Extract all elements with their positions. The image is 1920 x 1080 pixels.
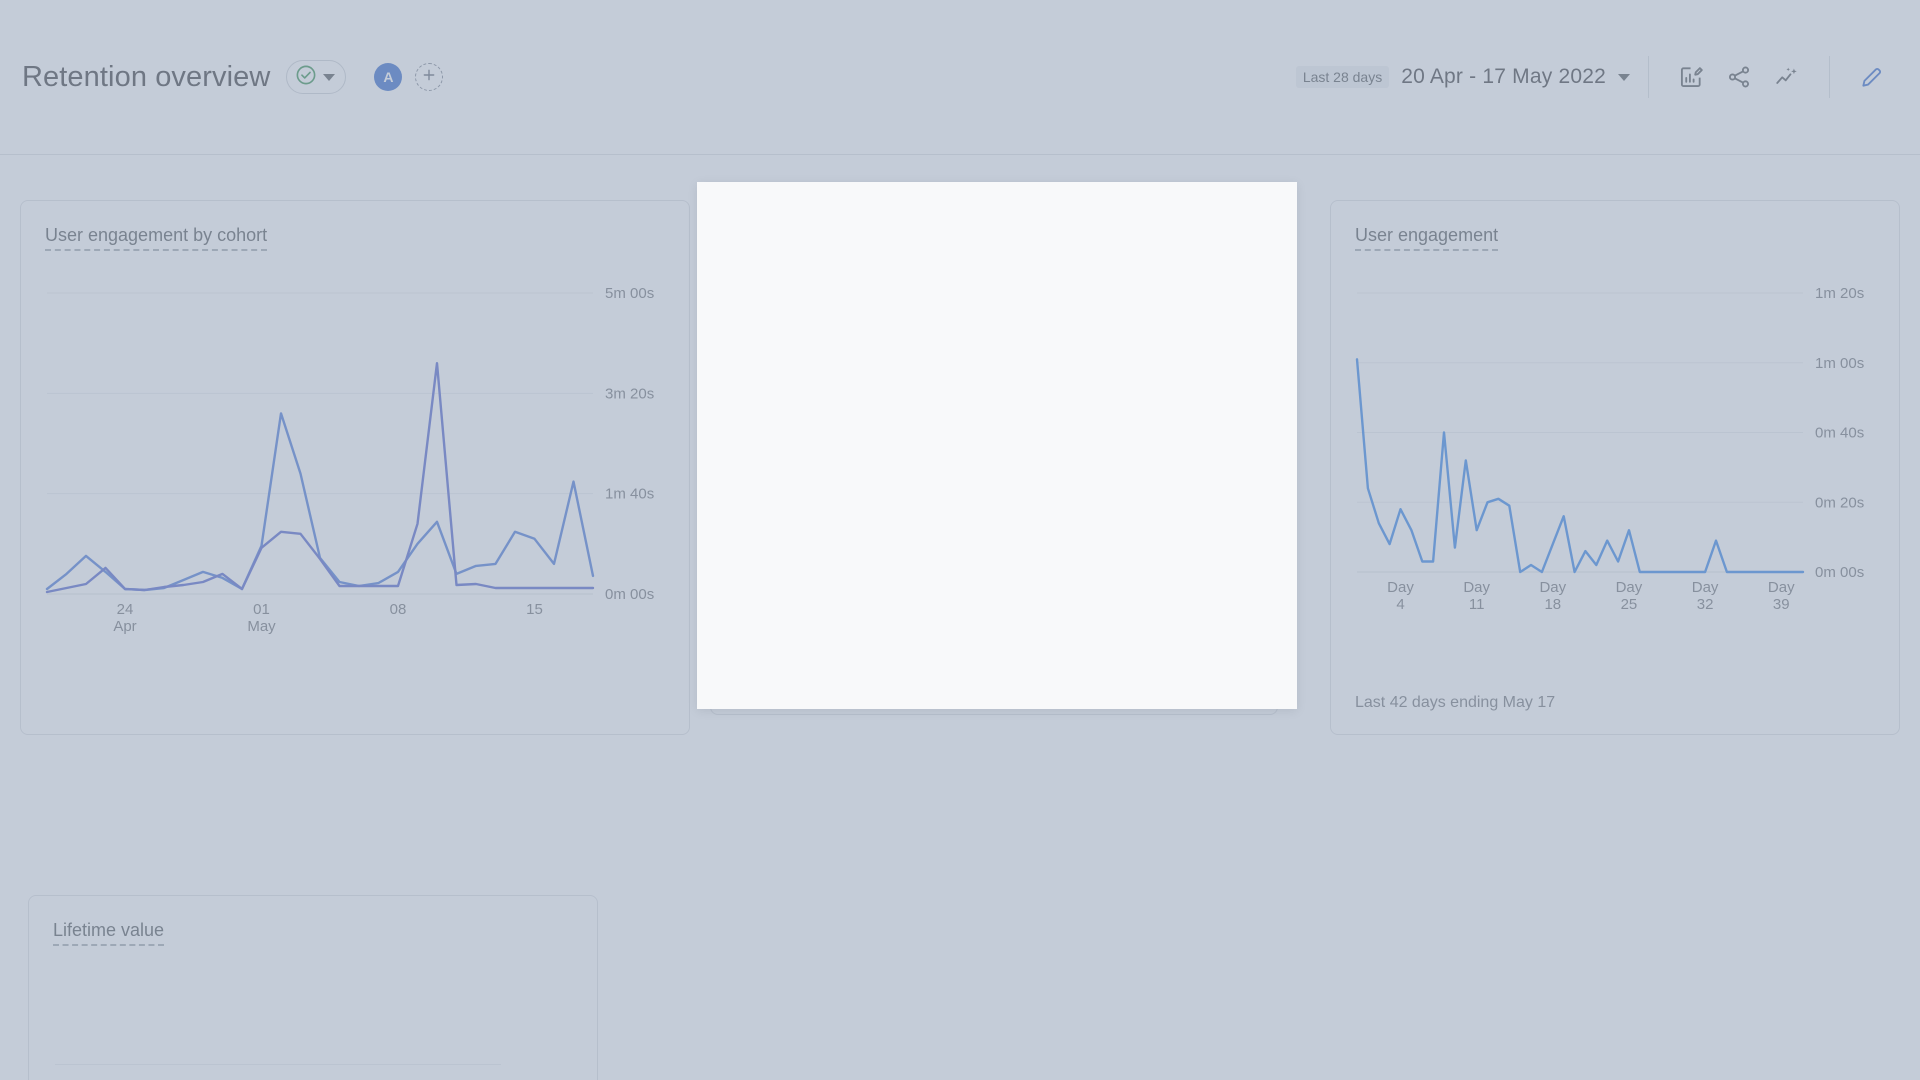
avatar-initial: A xyxy=(383,69,394,85)
selected-card-spotlight xyxy=(697,182,1297,709)
svg-text:Day: Day xyxy=(1692,579,1719,596)
date-range-value[interactable]: 20 Apr - 17 May 2022 xyxy=(1401,65,1606,89)
report-status-selector[interactable] xyxy=(286,60,347,94)
chevron-down-icon[interactable] xyxy=(1618,73,1630,81)
date-range-chip: Last 28 days xyxy=(1295,66,1390,88)
svg-text:1m 20s: 1m 20s xyxy=(1815,285,1864,302)
add-comparison-button[interactable] xyxy=(415,63,444,91)
card-title[interactable]: User engagement by cohort xyxy=(45,225,268,251)
svg-text:08: 08 xyxy=(390,601,407,618)
svg-text:Day: Day xyxy=(1616,579,1643,596)
svg-text:32: 32 xyxy=(1697,596,1714,613)
svg-text:May: May xyxy=(247,618,276,635)
svg-text:24: 24 xyxy=(117,601,134,618)
card-user-engagement[interactable]: User engagement 0m 00s 0m 20s 0m 40s 1m 00s… xyxy=(1330,200,1900,735)
header-left-group: Retention overview A xyxy=(22,60,1296,94)
pencil-edit-icon[interactable] xyxy=(1848,53,1896,101)
chart-lifetime-value xyxy=(53,984,573,1080)
svg-text:Apr: Apr xyxy=(113,618,136,635)
svg-text:0m 20s: 0m 20s xyxy=(1815,494,1864,511)
svg-text:0m 00s: 0m 00s xyxy=(1815,564,1864,581)
svg-text:39: 39 xyxy=(1773,596,1790,613)
card-lifetime-value[interactable]: Lifetime value xyxy=(28,895,598,1080)
header-right-group: Last 28 days 20 Apr - 17 May 2022 xyxy=(1295,53,1896,101)
svg-text:4: 4 xyxy=(1396,596,1404,613)
svg-text:15: 15 xyxy=(526,601,543,618)
insights-icon[interactable] xyxy=(1763,53,1811,101)
svg-text:0m 00s: 0m 00s xyxy=(605,586,654,603)
svg-text:18: 18 xyxy=(1544,596,1561,613)
svg-text:Day: Day xyxy=(1387,579,1414,596)
svg-text:Day: Day xyxy=(1539,579,1566,596)
edit-comparison-icon[interactable] xyxy=(1667,53,1715,101)
chart-user-engagement: 0m 00s 0m 20s 0m 40s 1m 00s 1m 20s Day 4 Day 11 D… xyxy=(1355,285,1875,616)
svg-text:0m 40s: 0m 40s xyxy=(1815,425,1864,442)
page-header: Retention overview A Last 28 days 20 Apr… xyxy=(0,0,1920,155)
avatar[interactable]: A xyxy=(374,63,403,91)
card-title[interactable]: User engagement xyxy=(1355,225,1499,251)
share-icon[interactable] xyxy=(1715,53,1763,101)
card-footer: Last 42 days ending May 17 xyxy=(1355,694,1556,711)
svg-text:11: 11 xyxy=(1469,596,1485,613)
svg-text:Day: Day xyxy=(1463,579,1490,596)
chevron-down-icon xyxy=(323,73,336,81)
svg-text:5m 00s: 5m 00s xyxy=(605,285,654,302)
svg-text:Day: Day xyxy=(1768,579,1795,596)
page-title: Retention overview xyxy=(22,60,271,93)
svg-text:25: 25 xyxy=(1621,596,1638,613)
svg-text:1m 40s: 1m 40s xyxy=(605,486,654,503)
chart-cohort: 0m 00s 1m 40s 3m 20s 5m 00s 24 Apr 01 May 08 15 xyxy=(45,285,665,638)
svg-text:3m 20s: 3m 20s xyxy=(605,385,654,402)
card-user-engagement-by-cohort[interactable]: User engagement by cohort 0m 00s 1m 40s 3m… xyxy=(20,200,690,735)
check-circle-icon xyxy=(295,64,317,91)
plus-icon xyxy=(421,67,437,88)
header-divider xyxy=(1648,56,1649,98)
card-title[interactable]: Lifetime value xyxy=(53,920,165,946)
svg-text:1m 00s: 1m 00s xyxy=(1815,355,1864,372)
svg-text:01: 01 xyxy=(253,601,270,618)
header-divider-2 xyxy=(1829,56,1830,98)
